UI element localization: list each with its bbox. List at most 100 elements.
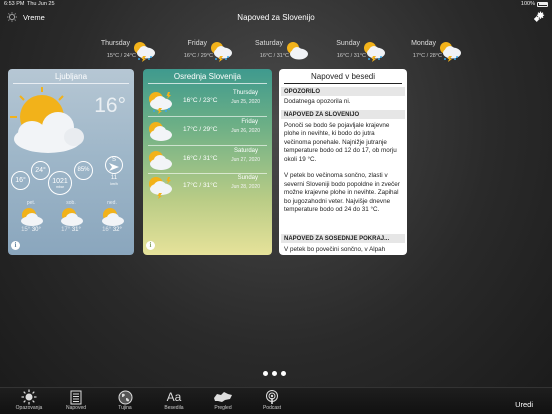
temp-min-gauge: 16°	[11, 171, 30, 190]
temp-max-value: 24°	[35, 167, 46, 174]
city-card[interactable]: Ljubljana 16° 16° 24° 1021 mbar 85% S 11…	[8, 69, 134, 255]
city-day-low: 16°	[102, 227, 112, 233]
text-forecast-card[interactable]: Napoved v besedi OPOZORILO Dodatnega opo…	[279, 69, 407, 255]
sun-cloud-storm-icon	[149, 177, 172, 199]
info-icon[interactable]: i	[146, 241, 155, 250]
region-card[interactable]: Osrednja Slovenija 16°C / 23°C Thursday …	[143, 69, 272, 255]
region-row-day: Sunday	[237, 175, 258, 181]
forecast-day[interactable]: Saturday 16°C / 31°C	[243, 38, 313, 64]
tab-label: Besedila	[164, 405, 184, 411]
battery-icon	[537, 1, 548, 7]
temp-max-gauge: 24°	[31, 161, 50, 180]
region-forecast-row[interactable]: 17°C / 31°C Sunday Jun 28, 2020	[143, 173, 272, 200]
city-day-high: 31°	[71, 227, 81, 233]
forecast-day[interactable]: Friday 16°C / 29°C	[167, 38, 237, 64]
forecast-strip: Thursday 15°C / 24°C Friday 16°C / 29°C …	[90, 38, 470, 64]
status-bar: 6:53 PM Thu Jun 25 100%	[0, 0, 552, 9]
region-row-day: Saturday	[233, 148, 258, 154]
map-icon	[214, 392, 232, 402]
wind-arrow-icon	[109, 163, 119, 171]
city-day-name: ned.	[107, 200, 117, 206]
forecast-day-name: Monday	[411, 40, 436, 47]
region-row-date: Jun 27, 2020	[231, 157, 260, 163]
document-icon	[70, 390, 82, 404]
sun-cloud-storm-icon	[134, 42, 155, 62]
forecast-day-temp: 16°C / 29°C	[183, 53, 213, 59]
sun-cloud-storm-icon	[149, 92, 172, 114]
section-heading: NAPOVED ZA SLOVENIJO	[281, 110, 405, 119]
page-title: Napoved za Slovenijo	[237, 13, 315, 22]
tab-pregled[interactable]: Pregled	[203, 389, 243, 411]
sun-cloud-icon	[287, 42, 308, 60]
temp-min-value: 16°	[15, 177, 26, 184]
sun-cloud-storm-icon	[440, 42, 461, 62]
city-day-name: pet.	[26, 200, 36, 206]
region-forecast-row[interactable]: 16°C / 23°C Thursday Jun 25, 2020	[143, 88, 272, 115]
region-forecast-row[interactable]: 17°C / 29°C Friday Jun 26, 2020	[143, 117, 272, 144]
page-indicator[interactable]	[263, 371, 286, 376]
section-body: V petek bo povečini sončno, v Alpah	[284, 246, 386, 253]
forecast-day-temp: 16°C / 31°C	[259, 53, 289, 59]
tab-label: Pregled	[214, 405, 232, 411]
navigation-bar: Vreme Napoved za Slovenijo	[0, 10, 552, 26]
city-day-low: 15°	[21, 227, 31, 233]
info-icon[interactable]: i	[11, 241, 20, 250]
globe-icon	[118, 390, 132, 404]
battery-percent: 100%	[520, 1, 535, 7]
wind-gauge: S 11 km/h	[103, 156, 125, 186]
podcast-icon	[266, 389, 278, 404]
tab-tujina[interactable]: Tujina	[105, 389, 145, 411]
battery-indicator: 100%	[521, 1, 548, 7]
city-day[interactable]: ned. 16° 32°	[92, 200, 132, 233]
forecast-day-name: Thursday	[100, 40, 130, 47]
region-row-date: Jun 26, 2020	[231, 128, 260, 134]
forecast-day[interactable]: Thursday 15°C / 24°C	[90, 38, 160, 64]
tab-label: Tujina	[118, 405, 132, 411]
tab-label: Opazovanja	[15, 405, 43, 411]
tab-opazovanja[interactable]: Opazovanja	[9, 389, 49, 411]
forecast-day-name: Sunday	[336, 40, 360, 47]
pressure-gauge: 1021 mbar	[48, 171, 72, 195]
region-row-date: Jun 25, 2020	[231, 99, 260, 105]
sun-cloud-storm-icon	[364, 42, 385, 62]
status-date: Thu Jun 25	[27, 1, 55, 7]
sun-icon	[21, 389, 37, 405]
city-day-low: 17°	[61, 227, 71, 233]
region-row-day: Friday	[241, 119, 258, 125]
text-icon: Aa	[166, 390, 182, 404]
settings-gear-icon[interactable]	[533, 11, 545, 23]
forecast-day-temp: 15°C / 24°C	[106, 53, 136, 59]
section-body: Ponoči se bodo še pojavljale krajevne pl…	[284, 122, 400, 214]
divider	[148, 83, 267, 84]
humidity-value: 85%	[77, 167, 90, 173]
tab-podcast[interactable]: Podcast	[252, 389, 292, 411]
sun-cloud-icon	[10, 87, 84, 153]
sun-cloud-icon	[149, 151, 172, 170]
forecast-day[interactable]: Sunday 16°C / 31°C	[320, 38, 390, 64]
region-row-temp: 17°C / 31°C	[183, 182, 218, 189]
region-name: Osrednja Slovenija	[173, 72, 242, 81]
sun-cloud-storm-icon	[211, 42, 232, 62]
city-day[interactable]: pet. 15° 30°	[11, 200, 51, 233]
sun-cloud-icon	[21, 208, 43, 226]
tab-napoved[interactable]: Napoved	[56, 389, 96, 411]
forecast-day-temp: 17°C / 28°C	[412, 53, 442, 59]
forecast-day-temp: 16°C / 31°C	[336, 53, 366, 59]
sun-cloud-icon	[102, 208, 124, 226]
pressure-value: 1021	[52, 177, 68, 185]
forecast-day[interactable]: Monday 17°C / 28°C	[396, 38, 466, 64]
region-row-temp: 17°C / 29°C	[183, 126, 218, 133]
text-card-title: Napoved v besedi	[310, 72, 376, 81]
humidity-gauge: 85%	[74, 161, 93, 180]
city-day[interactable]: sob. 17° 31°	[51, 200, 91, 233]
region-forecast-row[interactable]: 16°C / 31°C Saturday Jun 27, 2020	[143, 146, 272, 173]
forecast-day-name: Friday	[187, 40, 207, 47]
sun-cloud-icon	[149, 122, 172, 141]
section-heading: OPOZORILO	[281, 87, 405, 96]
edit-button[interactable]: Uredi	[515, 400, 533, 409]
status-time: 6:53 PM	[4, 1, 25, 7]
tab-besedila[interactable]: Aa Besedila	[154, 389, 194, 411]
section-body: Dodatnega opozorila ni.	[284, 98, 351, 105]
divider	[284, 83, 402, 84]
tab-label: Napoved	[65, 405, 86, 411]
